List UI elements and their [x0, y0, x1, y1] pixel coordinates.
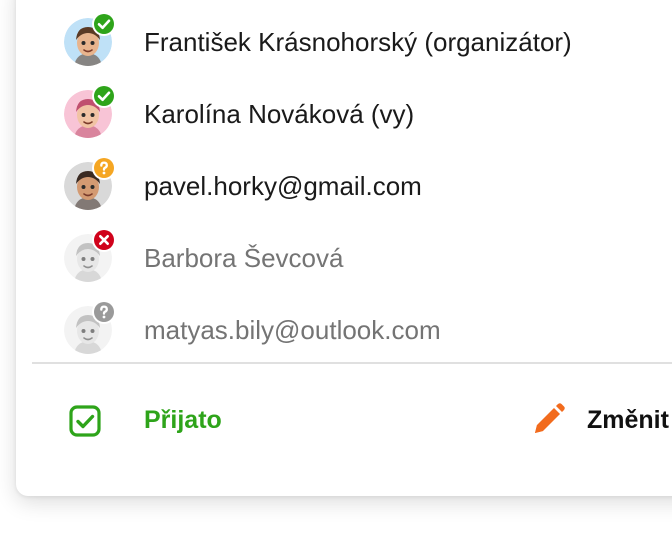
attendee-row[interactable]: František Krásnohorský (organizátor)	[16, 6, 672, 78]
rsvp-status-badge	[92, 12, 116, 36]
attendee-name: Karolína Nováková (vy)	[144, 99, 415, 129]
attendee-name: Barbora Ševcová	[144, 243, 344, 273]
attendee-name: František Krásnohorský (organizátor)	[144, 27, 572, 57]
attendee-name: matyas.bily@outlook.com	[144, 315, 441, 345]
attendee-row[interactable]: Karolína Nováková (vy)	[16, 78, 672, 150]
attendee-avatar	[64, 300, 116, 354]
attendee-avatar	[64, 156, 116, 210]
rsvp-status-badge	[92, 228, 116, 252]
change-rsvp-label: Změnit	[587, 406, 669, 434]
attendee-row[interactable]: Barbora Ševcová	[16, 222, 672, 294]
checkbox-check-icon	[69, 405, 101, 437]
rsvp-status-badge	[92, 156, 116, 180]
attendee-avatar	[64, 228, 116, 282]
attendees-card: František Krásnohorský (organizátor) Karo…	[16, 0, 672, 496]
attendee-name: pavel.horky@gmail.com	[144, 171, 422, 201]
event-detail-page: František Krásnohorský (organizátor) Karo…	[0, 0, 672, 544]
check-icon	[94, 14, 114, 34]
attendee-row[interactable]: matyas.bily@outlook.com	[16, 294, 672, 366]
rsvp-status-label: Přijato	[144, 406, 222, 434]
attendee-avatar	[64, 12, 116, 66]
question-icon	[94, 158, 114, 178]
rsvp-status-badge	[92, 84, 116, 108]
attendee-avatar	[64, 84, 116, 138]
attendee-row[interactable]: pavel.horky@gmail.com	[16, 150, 672, 222]
rsvp-status-badge	[92, 300, 116, 324]
attendee-list: František Krásnohorský (organizátor) Karo…	[16, 0, 672, 360]
rsvp-footer: Přijato Změnit	[16, 364, 672, 476]
pencil-icon	[535, 403, 565, 433]
question-icon	[94, 302, 114, 322]
x-icon	[94, 230, 114, 250]
check-icon	[94, 86, 114, 106]
change-rsvp-button[interactable]: Změnit	[530, 402, 672, 438]
